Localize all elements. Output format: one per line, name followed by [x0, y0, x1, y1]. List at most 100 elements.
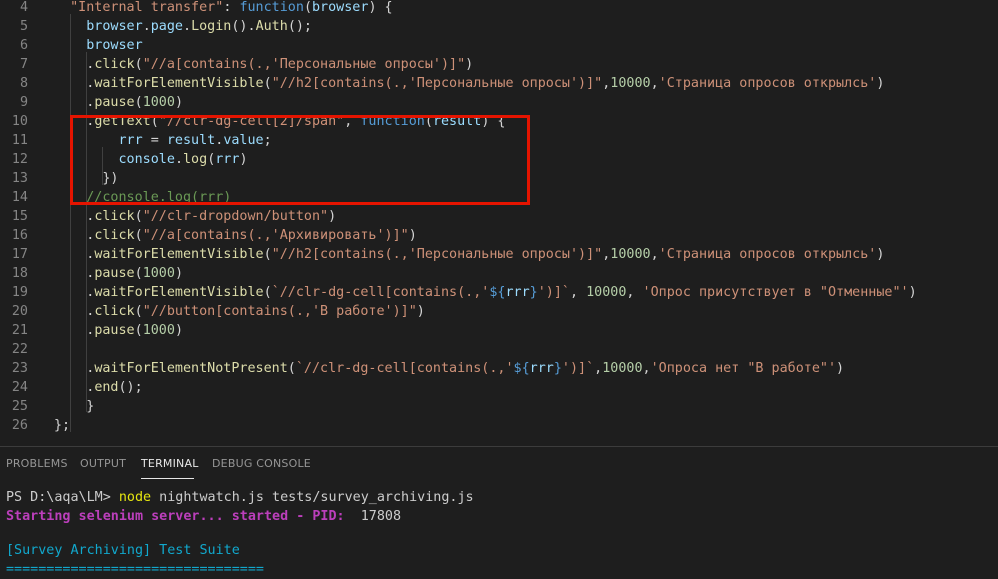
code-token: ,: [594, 361, 603, 376]
code-token: };: [54, 418, 71, 433]
code-text: browser: [54, 36, 142, 55]
code-token: "//h2[contains(.,'Персональные опросы')]…: [271, 247, 603, 262]
code-token: click: [94, 228, 135, 243]
code-token: pause: [94, 323, 135, 338]
terminal-separator: ================================: [6, 562, 264, 577]
tab-debug-console[interactable]: DEBUG CONSOLE: [212, 457, 311, 470]
tab-terminal[interactable]: TERMINAL: [141, 457, 199, 470]
code-token: 10000: [602, 361, 643, 376]
code-line: 16 .click("//a[contains(.,'Архивировать'…: [0, 226, 998, 245]
code-line: 18 .pause(1000): [0, 264, 998, 283]
code-token: ')]`: [561, 361, 595, 376]
line-number: 12: [11, 152, 28, 167]
code-token: (: [134, 304, 143, 319]
code-line: 24 .end();: [0, 378, 998, 397]
active-tab-indicator: [141, 478, 194, 479]
code-token: ): [408, 228, 417, 243]
terminal-selenium-line: Starting selenium server... started - PI…: [6, 507, 401, 526]
code-token: ')]`: [537, 285, 570, 300]
code-token: 10000: [610, 76, 651, 91]
line-number: 23: [11, 361, 28, 376]
code-token: .: [54, 209, 95, 224]
line-number: 10: [11, 114, 28, 129]
highlight-annotation-box: [70, 115, 530, 205]
code-token: .: [54, 76, 95, 91]
line-number: 22: [11, 342, 28, 357]
code-text: .waitForElementNotPresent(`//clr-dg-cell…: [54, 359, 844, 378]
line-number: 20: [11, 304, 28, 319]
code-token: ,: [650, 76, 659, 91]
code-token: ): [908, 285, 917, 300]
code-token: 10000: [610, 247, 651, 262]
code-token: .: [54, 266, 95, 281]
code-token: end: [94, 380, 119, 395]
code-text: .waitForElementVisible("//h2[contains(.,…: [54, 245, 884, 264]
code-text: browser.page.Login().Auth();: [54, 17, 312, 36]
code-text: .pause(1000): [54, 93, 183, 112]
line-number: 21: [11, 323, 28, 338]
code-token: .: [142, 19, 151, 34]
code-text: }: [54, 397, 94, 416]
code-token: ): [876, 76, 885, 91]
code-token: (: [134, 57, 143, 72]
code-text: .click("//button[contains(.,'В работе')]…: [54, 302, 425, 321]
code-token: ): [174, 95, 183, 110]
tab-problems[interactable]: PROBLEMS: [6, 457, 68, 470]
code-token: "//button[contains(.,'В работе')]": [142, 304, 417, 319]
terminal-command: node: [118, 490, 152, 505]
code-token: rrr: [529, 361, 554, 376]
code-token: (: [134, 209, 143, 224]
selenium-status: Starting selenium server... started - PI…: [6, 509, 361, 524]
code-line: 6 browser: [0, 36, 998, 55]
code-token: `//clr-dg-cell[contains(.,': [271, 285, 490, 300]
code-token: click: [94, 304, 135, 319]
line-number: 26: [11, 418, 28, 433]
code-text: .waitForElementVisible("//h2[contains(.,…: [54, 74, 884, 93]
code-token: (: [263, 247, 272, 262]
code-token: pause: [94, 95, 135, 110]
code-token: 1000: [142, 323, 175, 338]
code-token: .: [54, 304, 95, 319]
code-token: click: [94, 209, 135, 224]
code-token: "//clr-dropdown/button": [142, 209, 329, 224]
code-token: ,: [650, 247, 659, 262]
code-token: waitForElementVisible: [94, 247, 264, 262]
code-token: .: [54, 228, 95, 243]
code-token: "//a[contains(.,'Персональные опросы')]": [142, 57, 466, 72]
code-token: (: [263, 285, 272, 300]
line-number: 8: [19, 76, 28, 91]
code-text: .click("//clr-dropdown/button"): [54, 207, 336, 226]
code-token: .: [54, 285, 95, 300]
code-text: .click("//a[contains(.,'Архивировать')]"…: [54, 226, 417, 245]
line-number: 24: [11, 380, 28, 395]
line-number: 25: [11, 399, 28, 414]
code-line: 4 "Internal transfer": function(browser)…: [0, 0, 998, 17]
code-token: (: [263, 76, 272, 91]
tab-output[interactable]: OUTPUT: [80, 457, 126, 470]
code-token: .: [54, 323, 95, 338]
line-number: 18: [11, 266, 28, 281]
code-token: ,: [642, 361, 651, 376]
line-number: 17: [11, 247, 28, 262]
code-token: function: [239, 0, 304, 15]
code-token: ) {: [368, 0, 393, 15]
line-number: 9: [19, 95, 28, 110]
code-editor[interactable]: 4 "Internal transfer": function(browser)…: [0, 0, 998, 446]
code-token: "//a[contains(.,'Архивировать')]": [142, 228, 409, 243]
code-token: Auth: [255, 19, 288, 34]
code-token: .: [54, 361, 95, 376]
code-token: 1000: [142, 266, 175, 281]
code-token: (: [287, 361, 296, 376]
code-token: ): [876, 247, 885, 262]
terminal-prompt: PS D:\aqa\LM>: [6, 490, 119, 505]
code-line: 25 }: [0, 397, 998, 416]
code-token: waitForElementVisible: [94, 285, 264, 300]
code-token: waitForElementVisible: [94, 76, 264, 91]
code-token: waitForElementNotPresent: [94, 361, 288, 376]
panel-tabs: PROBLEMS OUTPUT TERMINAL DEBUG CONSOLE: [0, 447, 998, 481]
code-token: }: [553, 361, 562, 376]
code-line: 15 .click("//clr-dropdown/button"): [0, 207, 998, 226]
code-token: ${: [513, 361, 530, 376]
